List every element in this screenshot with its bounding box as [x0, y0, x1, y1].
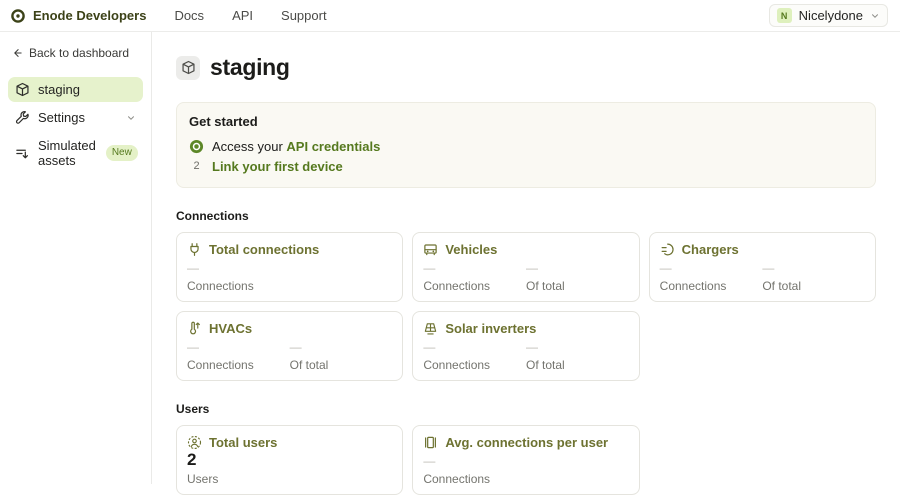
stat-of-total: — Of total — [525, 261, 565, 294]
topbar-nav: Docs API Support — [174, 8, 326, 23]
arrow-left-icon — [11, 47, 23, 59]
get-started-step-link-device: 2 Link your first device — [189, 158, 863, 174]
chevron-down-icon[interactable] — [126, 113, 136, 123]
sidebar-item-label: staging — [38, 82, 80, 97]
account-initial-badge: N — [776, 8, 792, 23]
users-cards: Total users 2 Users Avg. connections per… — [176, 425, 876, 495]
step-prefix: Access your — [212, 138, 287, 154]
stat-connections: — Connections — [423, 261, 491, 294]
cube-icon — [176, 55, 200, 80]
solar-panel-icon — [423, 321, 438, 336]
stat-connections: — Connections — [659, 261, 727, 294]
get-started-step-credentials: Access your API credentials — [189, 138, 863, 154]
sidebar-item-label: Settings — [38, 110, 85, 125]
get-started-heading: Get started — [189, 114, 258, 129]
stat-connections: — Connections — [423, 454, 491, 487]
stat-connections: — Connections — [423, 340, 491, 373]
connections-section-heading: Connections — [176, 209, 249, 223]
stat-connections: — Connections — [187, 261, 254, 294]
stat-users: 2 Users — [187, 450, 219, 486]
stat-connections: — Connections — [187, 340, 254, 373]
sidebar: Back to dashboard staging Settings Simul… — [0, 32, 152, 484]
cube-icon — [15, 82, 30, 97]
card-chargers: Chargers — Connections — Of total — [648, 232, 876, 302]
charger-icon — [660, 242, 675, 257]
page-title: staging — [210, 54, 290, 80]
back-to-dashboard-label: Back to dashboard — [29, 46, 130, 60]
api-credentials-link[interactable]: API credentials — [286, 139, 380, 154]
card-avg-connections-per-user: Avg. connections per user — Connections — [412, 425, 640, 495]
account-name: Nicelydone — [798, 8, 863, 23]
link-first-device-link[interactable]: Link your first device — [212, 159, 343, 174]
sliders-icon — [15, 146, 30, 161]
main-content: staging Get started Access your API cred… — [152, 32, 900, 495]
card-title: Vehicles — [445, 242, 498, 257]
sidebar-item-settings[interactable]: Settings — [8, 105, 143, 130]
card-vehicles: Vehicles — Connections — Of total — [412, 232, 640, 302]
users-section-heading: Users — [176, 402, 210, 416]
wrench-icon — [15, 110, 30, 125]
sidebar-item-label: Simulated assets — [38, 138, 96, 168]
page-header: staging — [176, 54, 876, 81]
step-done-icon — [189, 139, 204, 154]
card-total-connections: Total connections — Connections — [176, 232, 404, 302]
brand[interactable]: Enode Developers — [10, 8, 146, 24]
enode-logo-icon — [10, 8, 26, 24]
nav-docs[interactable]: Docs — [174, 8, 204, 23]
sidebar-item-staging[interactable]: staging — [8, 77, 143, 102]
stat-of-total: — Of total — [289, 340, 329, 373]
back-to-dashboard-link[interactable]: Back to dashboard — [11, 46, 143, 60]
columns-icon — [423, 435, 438, 450]
card-title: Avg. connections per user — [445, 435, 609, 450]
card-hvacs: HVACs — Connections — Of total — [176, 311, 404, 381]
car-icon — [423, 242, 438, 257]
account-menu-button[interactable]: N Nicelydone — [768, 4, 888, 27]
stat-of-total: — Of total — [762, 261, 801, 294]
new-badge: New — [105, 145, 138, 161]
brand-label: Enode Developers — [33, 8, 147, 23]
thermometer-icon — [187, 321, 202, 336]
step-number: 2 — [193, 160, 200, 172]
user-icon — [187, 435, 202, 450]
card-title: Total connections — [209, 242, 320, 257]
sidebar-item-simulated-assets[interactable]: Simulated assets New — [8, 133, 143, 173]
card-total-users: Total users 2 Users — [176, 425, 404, 495]
card-title: Solar inverters — [445, 321, 537, 336]
plug-icon — [187, 242, 202, 257]
nav-support[interactable]: Support — [281, 8, 327, 23]
card-title: HVACs — [209, 321, 253, 336]
card-title: Total users — [209, 435, 278, 450]
chevron-down-icon — [870, 11, 880, 21]
stat-of-total: — Of total — [525, 340, 565, 373]
connections-cards: Total connections — Connections Vehicles — [176, 232, 876, 381]
nav-api[interactable]: API — [232, 8, 253, 23]
get-started-panel: Get started Access your API credentials … — [176, 102, 876, 188]
topbar: Enode Developers Docs API Support N Nice… — [0, 0, 900, 32]
card-solar-inverters: Solar inverters — Connections — Of total — [412, 311, 640, 381]
card-title: Chargers — [681, 242, 739, 257]
